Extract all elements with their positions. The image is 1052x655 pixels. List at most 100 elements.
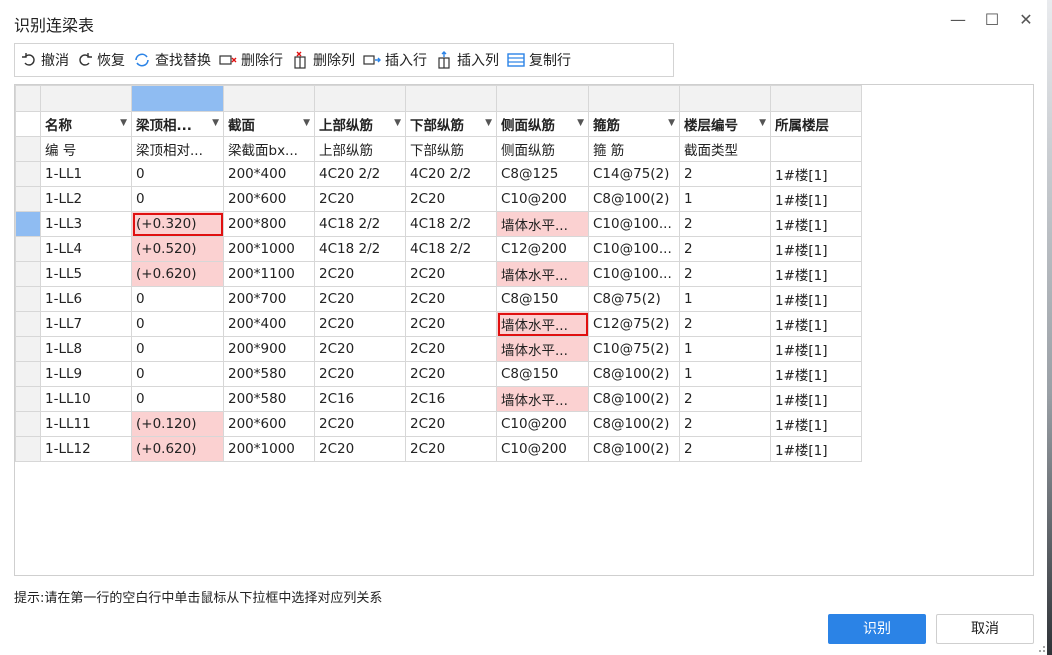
table-cell[interactable]: 200*400 <box>223 311 315 337</box>
dropdown-arrow-icon[interactable]: ▼ <box>485 118 492 128</box>
source-header-cell[interactable]: 箍 筋 <box>588 136 680 162</box>
table-cell[interactable]: 墙体水平... <box>496 211 589 237</box>
column-header[interactable]: 侧面纵筋 ▼ <box>496 111 589 137</box>
table-cell[interactable]: 2C20 <box>314 311 406 337</box>
table-cell[interactable]: C8@100(2) <box>588 411 680 437</box>
row-header[interactable] <box>15 286 41 312</box>
row-header[interactable] <box>15 386 41 412</box>
table-cell[interactable]: 4C18 2/2 <box>314 236 406 262</box>
table-cell[interactable]: 4C18 2/2 <box>405 211 497 237</box>
column-header[interactable]: 梁顶相... ▼ <box>131 111 224 137</box>
table-cell[interactable]: 1-LL5 <box>40 261 132 287</box>
table-cell[interactable]: 1-LL3 <box>40 211 132 237</box>
table-cell[interactable]: 1#楼[1] <box>770 386 862 412</box>
table-cell[interactable]: C8@100(2) <box>588 361 680 387</box>
source-header-cell[interactable]: 侧面纵筋 <box>496 136 589 162</box>
column-header[interactable]: 名称 ▼ <box>40 111 132 137</box>
source-header-cell[interactable]: 梁截面bx... <box>223 136 315 162</box>
table-cell[interactable]: 0 <box>131 361 224 387</box>
dropdown-arrow-icon[interactable]: ▼ <box>759 118 766 128</box>
column-header[interactable]: 所属楼层 <box>770 111 862 137</box>
row-header[interactable] <box>15 411 41 437</box>
table-row[interactable]: 1-LL12 (+0.620) 200*1000 2C20 2C20 C10@200 C8@… <box>15 436 862 462</box>
table-cell[interactable]: 1#楼[1] <box>770 361 862 387</box>
source-header-cell[interactable]: 上部纵筋 <box>314 136 406 162</box>
table-cell[interactable]: 1#楼[1] <box>770 311 862 337</box>
table-cell[interactable]: 1 <box>679 286 771 312</box>
column-header[interactable]: 上部纵筋 ▼ <box>314 111 406 137</box>
table-cell[interactable]: 1#楼[1] <box>770 261 862 287</box>
delete-col-button[interactable]: 删除列 <box>291 50 355 70</box>
table-cell[interactable]: 0 <box>131 311 224 337</box>
table-cell[interactable]: C8@100(2) <box>588 386 680 412</box>
table-cell[interactable]: 0 <box>131 186 224 212</box>
table-cell[interactable]: 2C20 <box>405 361 497 387</box>
table-cell[interactable]: 2 <box>679 261 771 287</box>
table-cell[interactable]: C10@200 <box>496 186 589 212</box>
delete-row-button[interactable]: 删除行 <box>219 50 283 70</box>
title-bar[interactable]: 识别连梁表 — ☐ ✕ <box>0 0 1047 40</box>
row-header[interactable] <box>15 85 41 112</box>
table-cell[interactable]: 200*600 <box>223 186 315 212</box>
table-cell[interactable]: 1 <box>679 336 771 362</box>
table-row[interactable]: 1-LL8 0 200*900 2C20 2C20 墙体水平... C10@75(2) 1 1#… <box>15 336 862 362</box>
row-header[interactable] <box>15 236 41 262</box>
table-cell[interactable]: 1-LL9 <box>40 361 132 387</box>
table-cell[interactable]: 1 <box>679 186 771 212</box>
table-row[interactable]: 1-LL5 (+0.620) 200*1100 2C20 2C20 墙体水平... C10@… <box>15 261 862 287</box>
mapping-cell[interactable] <box>40 85 132 112</box>
table-cell[interactable]: 2C20 <box>405 411 497 437</box>
table-row[interactable]: 1-LL9 0 200*580 2C20 2C20 C8@150 C8@100(2) 1 1#楼… <box>15 361 862 387</box>
table-row[interactable]: 1-LL2 0 200*600 2C20 2C20 C10@200 C8@100(2) 1 1#… <box>15 186 862 212</box>
table-cell[interactable]: 4C20 2/2 <box>314 161 406 187</box>
row-header[interactable] <box>15 186 41 212</box>
mapping-cell[interactable] <box>405 85 497 112</box>
mapping-cell[interactable] <box>588 85 680 112</box>
source-header-cell[interactable]: 编 号 <box>40 136 132 162</box>
table-cell[interactable]: C10@100... <box>588 261 680 287</box>
recognize-button[interactable]: 识别 <box>828 614 926 644</box>
table-cell[interactable]: 200*1000 <box>223 436 315 462</box>
table-cell[interactable]: 1#楼[1] <box>770 236 862 262</box>
table-cell[interactable]: 1#楼[1] <box>770 411 862 437</box>
table-cell[interactable]: 1#楼[1] <box>770 436 862 462</box>
column-header[interactable]: 截面 ▼ <box>223 111 315 137</box>
row-header[interactable] <box>15 261 41 287</box>
table-cell[interactable]: C10@200 <box>496 436 589 462</box>
table-cell[interactable]: 2 <box>679 211 771 237</box>
table-cell[interactable]: 1#楼[1] <box>770 186 862 212</box>
table-cell[interactable]: 2C20 <box>405 336 497 362</box>
table-cell[interactable]: 2C20 <box>405 311 497 337</box>
table-cell[interactable]: 1#楼[1] <box>770 211 862 237</box>
table-cell[interactable]: 200*800 <box>223 211 315 237</box>
close-button[interactable]: ✕ <box>1014 8 1038 32</box>
table-cell[interactable]: 1-LL2 <box>40 186 132 212</box>
beam-table-grid[interactable]: 名称 ▼ 梁顶相... ▼ 截面 ▼ 上部纵筋 ▼ 下部纵筋 ▼ 侧面纵筋 ▼ 箍筋 ▼ 楼层编号 ▼ 所属楼层… <box>14 84 1034 576</box>
dropdown-arrow-icon[interactable]: ▼ <box>394 118 401 128</box>
table-cell[interactable]: C10@200 <box>496 411 589 437</box>
table-cell[interactable]: (+0.620) <box>131 436 224 462</box>
insert-row-button[interactable]: 插入行 <box>363 50 427 70</box>
table-cell[interactable]: 2C20 <box>314 186 406 212</box>
table-cell[interactable]: 200*900 <box>223 336 315 362</box>
undo-button[interactable]: 撤消 <box>21 50 69 70</box>
mapping-cell[interactable] <box>314 85 406 112</box>
table-row[interactable]: 1-LL6 0 200*700 2C20 2C20 C8@150 C8@75(2) 1 1#楼[… <box>15 286 862 312</box>
row-header[interactable] <box>15 161 41 187</box>
mapping-row[interactable] <box>15 85 862 112</box>
table-row[interactable]: 1-LL10 0 200*580 2C16 2C16 墙体水平... C8@100(2) 2 1… <box>15 386 862 412</box>
insert-col-button[interactable]: 插入列 <box>435 50 499 70</box>
table-cell[interactable]: (+0.620) <box>131 261 224 287</box>
table-cell[interactable]: 2 <box>679 311 771 337</box>
row-header[interactable] <box>15 311 41 337</box>
column-header[interactable]: 下部纵筋 ▼ <box>405 111 497 137</box>
table-row[interactable]: 1-LL11 (+0.120) 200*600 2C20 2C20 C10@200 C8@1… <box>15 411 862 437</box>
maximize-button[interactable]: ☐ <box>980 8 1004 32</box>
table-cell[interactable]: 1 <box>679 361 771 387</box>
dropdown-arrow-icon[interactable]: ▼ <box>577 118 584 128</box>
table-cell[interactable]: 2C20 <box>314 411 406 437</box>
table-cell[interactable]: C10@100... <box>588 236 680 262</box>
table-cell[interactable]: 0 <box>131 386 224 412</box>
row-header[interactable] <box>15 361 41 387</box>
table-cell[interactable]: 1#楼[1] <box>770 286 862 312</box>
